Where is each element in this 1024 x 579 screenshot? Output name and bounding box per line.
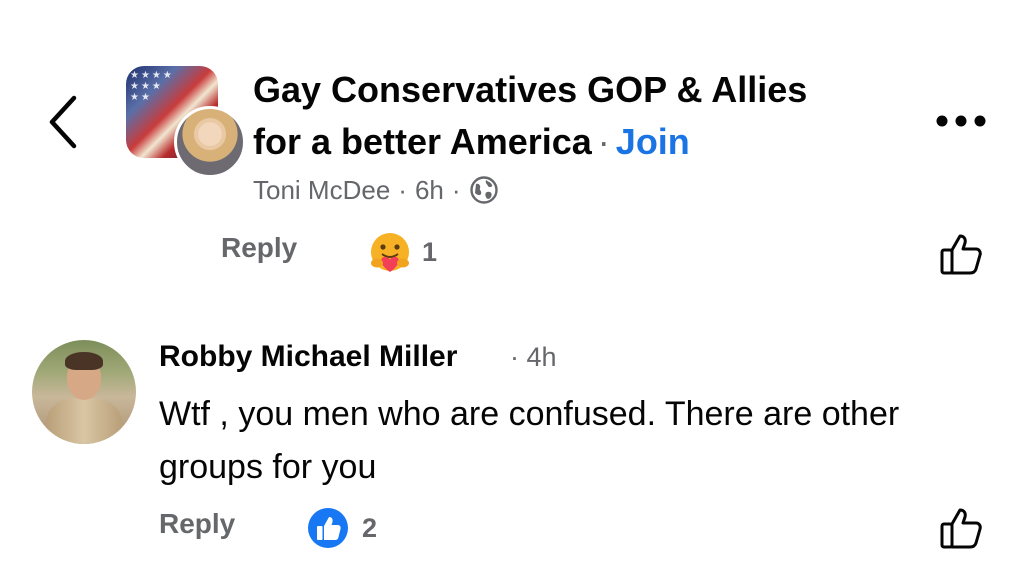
- post-author-name[interactable]: Toni McDee: [253, 175, 390, 206]
- globe-icon: [469, 176, 498, 204]
- like-badge-icon: [308, 508, 348, 548]
- group-name-line1[interactable]: Gay Conservatives GOP & Allies: [253, 64, 893, 116]
- separator-dot: ·: [451, 174, 461, 205]
- group-name-line2[interactable]: for a better America: [253, 121, 592, 162]
- post-reactions[interactable]: 1: [368, 230, 437, 274]
- join-link[interactable]: Join: [616, 121, 690, 162]
- separator-dot: ·: [597, 121, 610, 162]
- post-meta: Toni McDee · 6h ·: [253, 170, 499, 210]
- like-icon[interactable]: [938, 505, 984, 551]
- comment-reactions[interactable]: 2: [306, 506, 377, 550]
- post-reply-button[interactable]: Reply: [221, 232, 297, 264]
- separator-dot: ·: [510, 342, 519, 372]
- comment-time[interactable]: · 4h: [510, 342, 557, 373]
- comment-reply-button[interactable]: Reply: [159, 508, 235, 540]
- author-avatar: [174, 106, 246, 178]
- reaction-count: 2: [362, 512, 378, 543]
- like-icon[interactable]: [938, 231, 984, 277]
- group-title[interactable]: Gay Conservatives GOP & Allies for a bet…: [253, 64, 893, 168]
- commenter-avatar[interactable]: [32, 340, 136, 444]
- separator-dot: ·: [398, 174, 407, 205]
- post-time[interactable]: 6h: [415, 175, 444, 206]
- comment-time-value[interactable]: 4h: [527, 342, 557, 372]
- group-avatar[interactable]: ★★★★ ★★★ ★★: [126, 66, 246, 178]
- care-emoji-icon: [371, 233, 409, 272]
- back-chevron-icon[interactable]: [44, 92, 80, 152]
- reaction-count: 1: [422, 236, 438, 267]
- comment-text: Wtf , you men who are confused. There ar…: [159, 395, 900, 486]
- commenter-name[interactable]: Robby Michael Miller: [159, 340, 457, 374]
- more-options-icon[interactable]: [934, 112, 988, 130]
